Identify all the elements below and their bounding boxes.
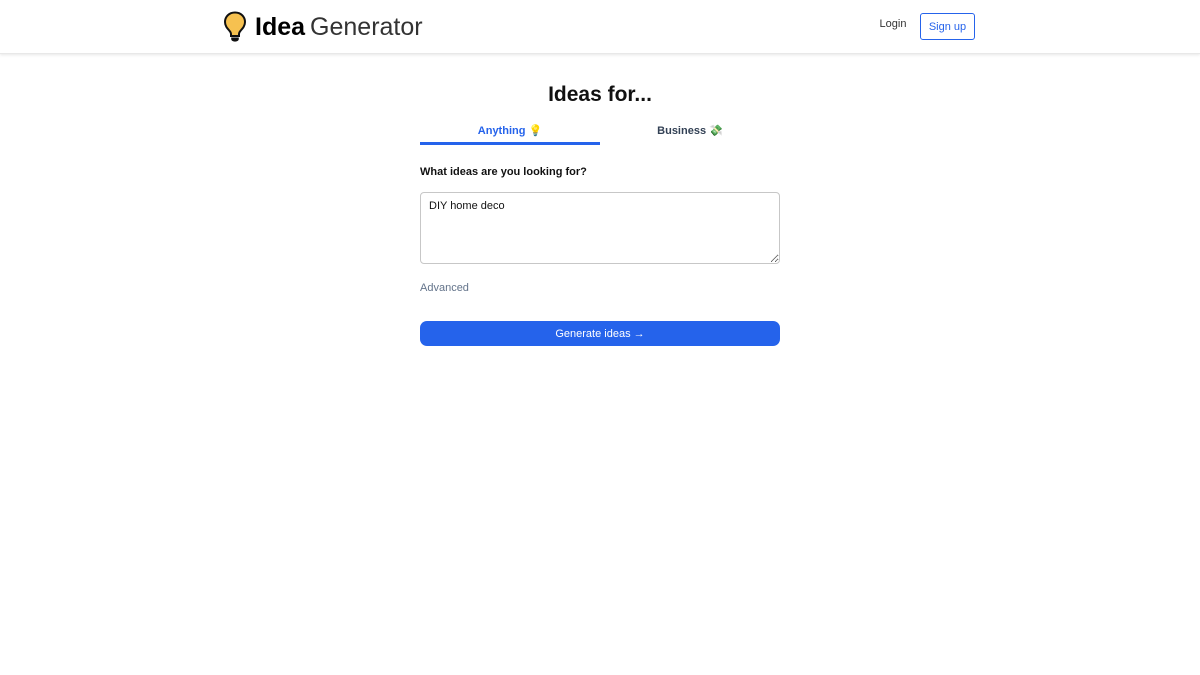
generate-ideas-button[interactable]: Generate ideas → — [420, 321, 780, 346]
lightbulb-icon — [223, 11, 247, 43]
tab-business-label: Business — [657, 125, 707, 137]
tab-business[interactable]: Business 💸 — [600, 119, 780, 145]
ideas-textarea[interactable]: DIY home deco — [420, 192, 780, 264]
lightbulb-emoji-icon: 💡 — [528, 125, 543, 137]
logo[interactable]: Idea Generator — [223, 10, 423, 44]
page-title: Ideas for... — [548, 83, 652, 106]
logo-title-light: Generator — [310, 12, 423, 41]
money-wings-emoji-icon: 💸 — [709, 125, 723, 137]
advanced-toggle[interactable]: Advanced — [420, 282, 469, 294]
logo-title-bold: Idea — [255, 12, 306, 41]
tab-anything-label: Anything — [477, 125, 526, 137]
top-navbar: Idea Generator Login Sign up — [0, 0, 1200, 54]
login-link[interactable]: Login — [868, 18, 918, 30]
ideas-field-label: What ideas are you looking for? — [420, 166, 587, 178]
signup-button[interactable]: Sign up — [920, 13, 975, 40]
tab-anything[interactable]: Anything 💡 — [420, 119, 600, 145]
